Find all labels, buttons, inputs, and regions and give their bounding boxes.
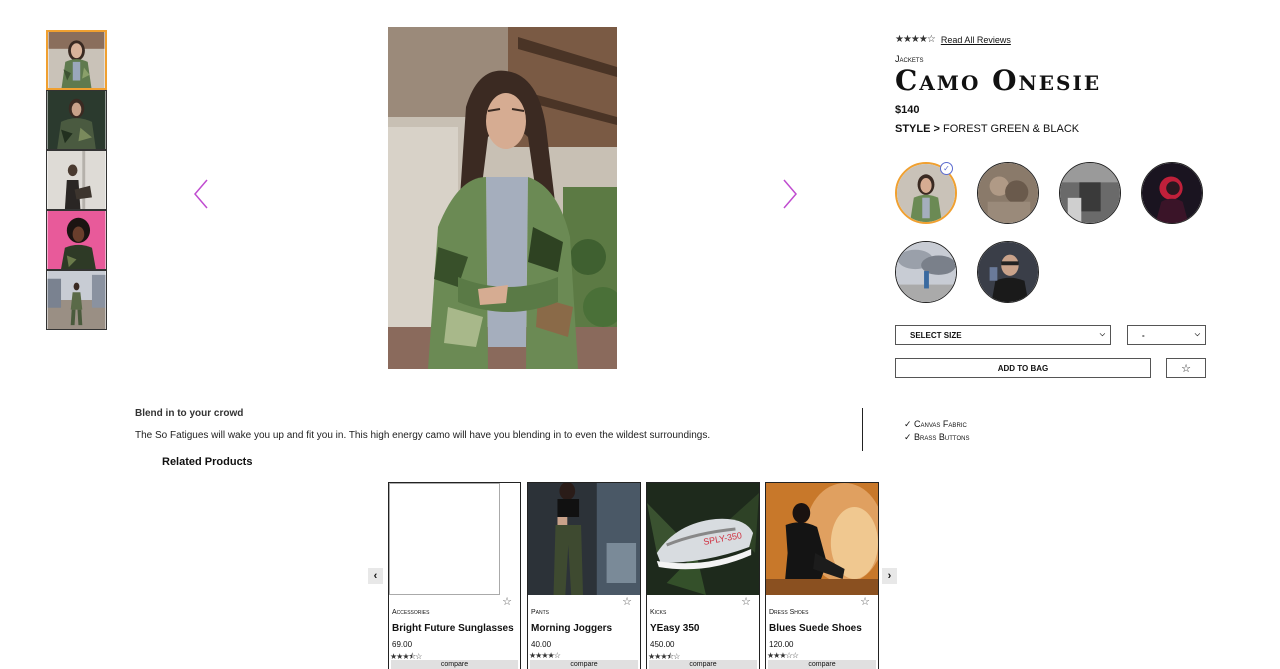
quantity-select[interactable]: - ⌵ (1127, 325, 1206, 345)
product-card-image: SPLY-350 (647, 483, 759, 595)
previous-image-arrow[interactable] (192, 178, 210, 210)
description-title: Blend in to your crowd (135, 408, 244, 419)
swatch-4-image (1142, 163, 1202, 223)
thumbnail-list (46, 30, 107, 330)
main-product-photo (388, 27, 617, 369)
product-card[interactable]: ☆ Pants Morning Joggers 40.00 ★★★★☆ comp… (527, 482, 641, 669)
section-divider (862, 408, 863, 451)
rating-line: ★★★★☆ Read All Reviews (895, 34, 1011, 45)
size-select-value: SELECT SIZE (910, 330, 962, 340)
style-swatch-5[interactable] (895, 241, 957, 303)
product-card-name: YEasy 350 (650, 623, 700, 634)
compare-button[interactable]: compare (649, 660, 757, 669)
thumbnail-2-image (47, 91, 106, 149)
product-category: Jackets (895, 54, 924, 64)
selected-check-icon: ✓ (940, 162, 953, 175)
thumbnail-1[interactable] (46, 30, 107, 90)
favorite-star-icon[interactable]: ☆ (860, 595, 870, 608)
swatch-3-image (1060, 163, 1120, 223)
product-title: Camo Onesie (895, 64, 1102, 97)
sneaker-photo: SPLY-350 (647, 483, 759, 595)
style-swatch-3[interactable] (1059, 162, 1121, 224)
product-card[interactable]: SPLY-350 ☆ Kicks YEasy 350 450.00 ★★★⯪☆ … (646, 482, 760, 669)
product-card-price: 40.00 (531, 640, 552, 649)
broken-image-icon (389, 483, 500, 595)
swatch-5-image (896, 242, 956, 302)
chevron-down-icon: ⌵ (1099, 331, 1105, 338)
feature-item: ✓ Brass Buttons (904, 432, 970, 442)
product-card-stars: ★★★★☆ (529, 651, 561, 660)
thumbnail-4-image (47, 211, 106, 269)
compare-button[interactable]: compare (768, 660, 876, 669)
description-text: The So Fatigues will wake you up and fit… (135, 430, 711, 441)
chevron-right-icon (783, 179, 797, 209)
rating-stars: ★★★★☆ (895, 34, 936, 45)
swatch-6-image (978, 242, 1038, 302)
product-card-category: Pants (531, 609, 550, 616)
carousel-next-button[interactable]: › (882, 568, 897, 584)
product-card-category: Dress Shoes (769, 609, 809, 616)
suede-shoes-photo (766, 483, 878, 595)
style-label: STYLE > (895, 123, 940, 135)
product-price: $140 (895, 104, 920, 116)
compare-button[interactable]: compare (530, 660, 638, 669)
thumbnail-3-image (47, 151, 106, 209)
style-line: STYLE > FOREST GREEN & BLACK (895, 123, 1079, 135)
swatch-2-image (978, 163, 1038, 223)
style-swatch-4[interactable] (1141, 162, 1203, 224)
style-swatch-2[interactable] (977, 162, 1039, 224)
product-card-name: Bright Future Sunglasses (392, 623, 514, 634)
product-card-price: 450.00 (650, 640, 675, 649)
favorite-button[interactable]: ☆ (1166, 358, 1206, 378)
thumbnail-2[interactable] (46, 90, 107, 150)
chevron-right-icon: › (887, 570, 892, 582)
main-product-image (388, 27, 617, 369)
related-products-title: Related Products (162, 456, 253, 468)
product-card-image (528, 483, 640, 595)
product-card-stars: ★★★☆☆ (767, 651, 799, 660)
favorite-star-icon[interactable]: ☆ (622, 595, 632, 608)
quantity-select-value: - (1142, 330, 1145, 340)
thumbnail-1-image (48, 32, 105, 88)
product-card-price: 69.00 (392, 640, 413, 649)
product-card[interactable]: ☆ Accessories Bright Future Sunglasses 6… (388, 482, 521, 669)
product-card-category: Kicks (650, 609, 667, 616)
product-card-name: Blues Suede Shoes (769, 623, 862, 634)
carousel-prev-button[interactable]: ‹ (368, 568, 383, 584)
chevron-down-icon: ⌵ (1194, 331, 1200, 338)
favorite-star-icon[interactable]: ☆ (741, 595, 751, 608)
feature-list: ✓ Canvas Fabric ✓ Brass Buttons (904, 418, 969, 444)
product-card-price: 120.00 (769, 640, 794, 649)
thumbnail-4[interactable] (46, 210, 107, 270)
favorite-star-icon[interactable]: ☆ (502, 595, 512, 608)
chevron-left-icon: ‹ (373, 570, 378, 582)
read-all-reviews-link[interactable]: Read All Reviews (941, 35, 1011, 45)
thumbnail-5-image (47, 271, 106, 329)
thumbnail-3[interactable] (46, 150, 107, 210)
feature-item: ✓ Canvas Fabric (904, 419, 967, 429)
add-to-bag-button[interactable]: ADD TO BAG (895, 358, 1151, 378)
product-card-category: Accessories (392, 609, 430, 616)
style-value: FOREST GREEN & BLACK (943, 123, 1080, 135)
chevron-left-icon (194, 179, 208, 209)
product-card-image (389, 483, 520, 595)
product-card-name: Morning Joggers (531, 623, 613, 634)
thumbnail-5[interactable] (46, 270, 107, 330)
joggers-photo (528, 483, 640, 595)
product-card[interactable]: ☆ Dress Shoes Blues Suede Shoes 120.00 ★… (765, 482, 879, 669)
compare-button[interactable]: compare (391, 660, 518, 669)
size-select[interactable]: SELECT SIZE ⌵ (895, 325, 1111, 345)
style-swatch-6[interactable] (977, 241, 1039, 303)
next-image-arrow[interactable] (781, 178, 799, 210)
product-card-image (766, 483, 878, 595)
